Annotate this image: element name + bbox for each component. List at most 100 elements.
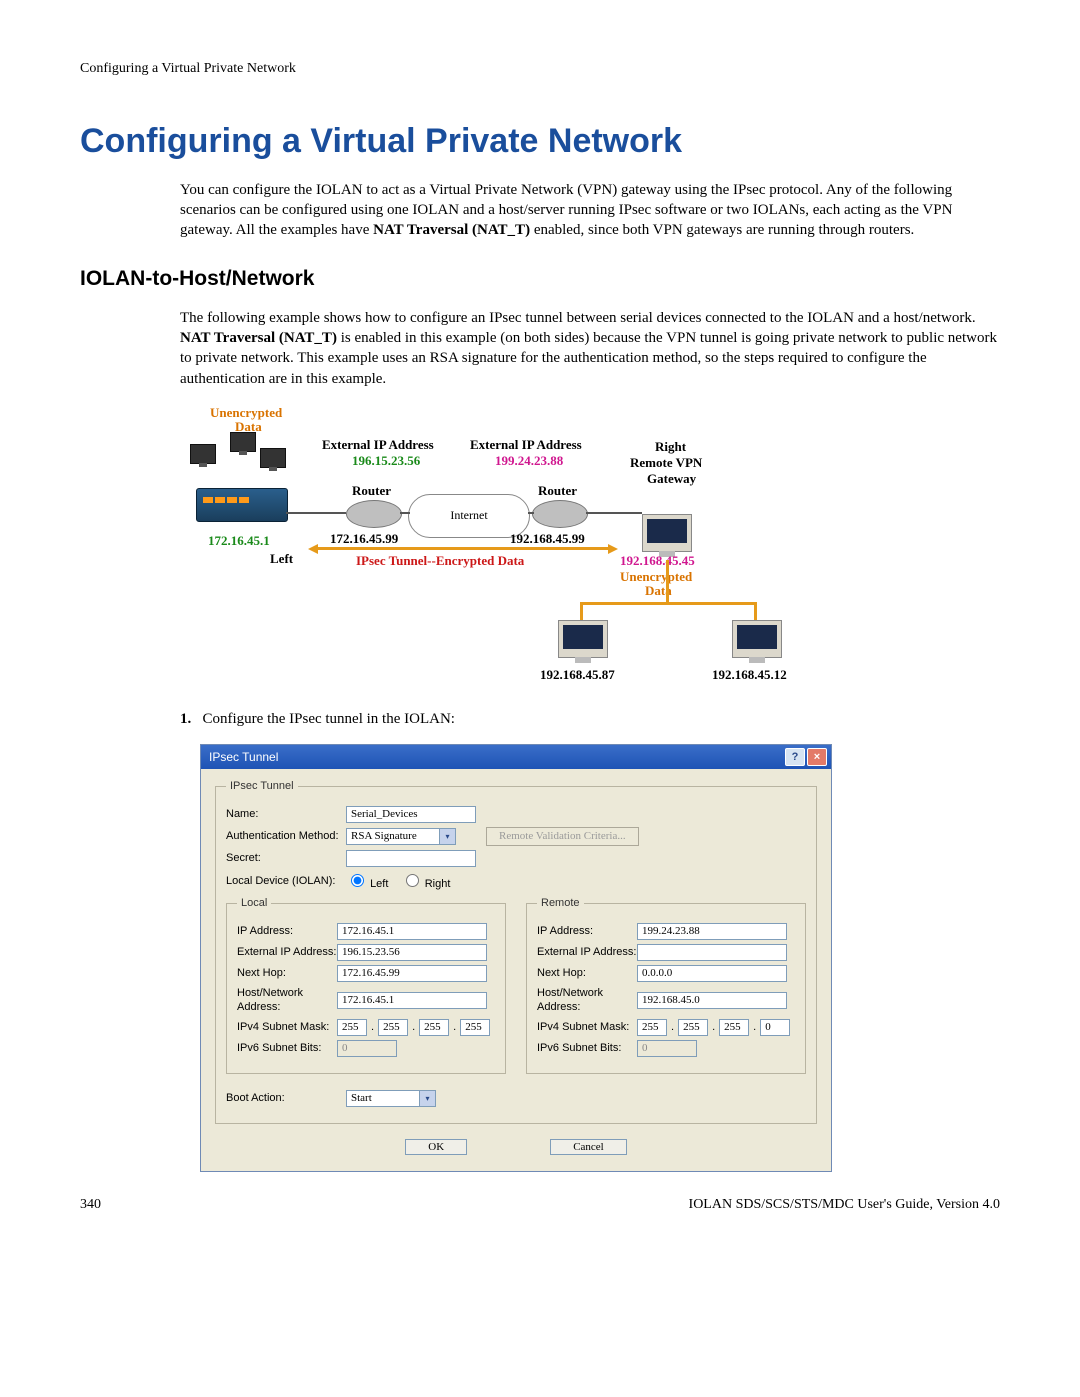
label-ext-ip-left: External IP Address (322, 436, 434, 454)
remote-v4-label: IPv4 Subnet Mask: (537, 1020, 637, 1035)
step-1: 1. Configure the IPsec tunnel in the IOL… (180, 709, 1000, 729)
running-header: Configuring a Virtual Private Network (80, 60, 1000, 79)
ipsec-tunnel-group: IPsec Tunnel Name: Serial_Devices Authen… (215, 779, 817, 1124)
hline-lan (580, 602, 756, 605)
local-v6-label: IPv6 Subnet Bits: (237, 1041, 337, 1056)
localdev-label: Local Device (IOLAN): (226, 874, 346, 889)
chevron-down-icon: ▾ (439, 829, 455, 844)
local-m4-input[interactable]: 255 (460, 1019, 490, 1036)
step-1-text: Configure the IPsec tunnel in the IOLAN: (203, 711, 455, 727)
radio-right[interactable]: Right (401, 871, 451, 892)
boot-label: Boot Action: (226, 1091, 346, 1106)
ipsec-tunnel-dialog: IPsec Tunnel ? × IPsec Tunnel Name: Seri… (200, 744, 832, 1172)
boot-select[interactable]: Start ▾ (346, 1090, 436, 1107)
remote-group: Remote IP Address:199.24.23.88 External … (526, 896, 806, 1075)
local-m2-input[interactable]: 255 (378, 1019, 408, 1036)
remote-hn-input[interactable]: 192.168.45.0 (637, 992, 787, 1009)
radio-left-label: Left (370, 878, 388, 890)
vline-gateway (666, 560, 669, 604)
link-2 (400, 512, 410, 514)
remote-ip-input[interactable]: 199.24.23.88 (637, 923, 787, 940)
value-ip-left-hop: 172.16.45.99 (330, 530, 398, 548)
intro-bold-1: NAT Traversal (NAT_T) (373, 222, 530, 238)
radio-right-label: Right (425, 878, 451, 890)
local-ext-input[interactable]: 196.15.23.56 (337, 944, 487, 961)
secret-label: Secret: (226, 851, 346, 866)
dialog-titlebar: IPsec Tunnel ? × (201, 745, 831, 769)
network-diagram: Unencrypted Data External IP Address 196… (180, 404, 880, 694)
remote-m1-input[interactable]: 255 (637, 1019, 667, 1036)
intro-paragraph: You can configure the IOLAN to act as a … (180, 180, 1000, 241)
value-ip-host-1: 192.168.45.87 (540, 666, 615, 684)
section-text-1: The following example shows how to confi… (180, 310, 976, 326)
value-ip-host-2: 192.168.45.12 (712, 666, 787, 684)
label-gateway: Gateway (647, 470, 696, 488)
local-legend: Local (237, 896, 271, 911)
section-heading: IOLAN-to-Host/Network (80, 265, 1000, 293)
local-ip-input[interactable]: 172.16.45.1 (337, 923, 487, 940)
auth-label: Authentication Method: (226, 829, 346, 844)
arrow-l-icon (308, 544, 318, 554)
host-1-icon (558, 620, 608, 658)
remote-ip-label: IP Address: (537, 924, 637, 939)
help-icon[interactable]: ? (785, 748, 805, 766)
secret-input[interactable] (346, 850, 476, 867)
label-ipsec-tunnel: IPsec Tunnel--Encrypted Data (356, 552, 524, 570)
local-hop-label: Next Hop: (237, 966, 337, 981)
intro-text-2: enabled, since both VPN gateways are run… (534, 222, 914, 238)
local-m1-input[interactable]: 255 (337, 1019, 367, 1036)
local-v4-label: IPv4 Subnet Mask: (237, 1020, 337, 1035)
label-router-right: Router (538, 482, 577, 500)
value-ip-rgw: 192.168.45.45 (620, 552, 695, 570)
remote-m3-input[interactable]: 255 (719, 1019, 749, 1036)
local-v6-input: 0 (337, 1040, 397, 1057)
arrow-r-icon (608, 544, 618, 554)
dialog-title: IPsec Tunnel (209, 749, 278, 765)
page-number: 340 (80, 1196, 101, 1215)
value-ext-ip-right: 199.24.23.88 (495, 452, 563, 470)
iolan-switch-icon (196, 488, 288, 522)
link-1 (286, 512, 346, 514)
label-ext-ip-right: External IP Address (470, 436, 582, 454)
label-left: Left (270, 550, 293, 568)
link-4 (586, 512, 642, 514)
local-hn-input[interactable]: 172.16.45.1 (337, 992, 487, 1009)
doc-title: IOLAN SDS/SCS/STS/MDC User's Guide, Vers… (689, 1196, 1000, 1215)
remote-v6-input: 0 (637, 1040, 697, 1057)
label-remote-vpn: Remote VPN (630, 454, 702, 472)
local-hop-input[interactable]: 172.16.45.99 (337, 965, 487, 982)
ok-button[interactable]: OK (405, 1139, 467, 1155)
local-group: Local IP Address:172.16.45.1 External IP… (226, 896, 506, 1075)
vline-h2 (754, 602, 757, 620)
cancel-button[interactable]: Cancel (550, 1139, 627, 1155)
name-input[interactable]: Serial_Devices (346, 806, 476, 823)
local-m3-input[interactable]: 255 (419, 1019, 449, 1036)
vpn-gateway-icon (642, 514, 692, 552)
router-left-icon (346, 500, 402, 528)
remote-ext-label: External IP Address: (537, 945, 637, 960)
ipsec-tunnel-legend: IPsec Tunnel (226, 779, 298, 794)
remote-m4-input[interactable]: 0 (760, 1019, 790, 1036)
remote-hn-label: Host/Network Address: (537, 986, 637, 1016)
value-ip-left-local: 172.16.45.1 (208, 532, 270, 550)
auth-select[interactable]: RSA Signature ▾ (346, 828, 456, 845)
chevron-down-icon: ▾ (419, 1091, 435, 1106)
label-router-left: Router (352, 482, 391, 500)
remote-validation-button[interactable]: Remote Validation Criteria... (486, 827, 639, 846)
vline-h1 (580, 602, 583, 620)
remote-legend: Remote (537, 896, 584, 911)
value-ip-right-hop: 192.168.45.99 (510, 530, 585, 548)
label-right: Right (655, 438, 686, 456)
remote-ext-input[interactable] (637, 944, 787, 961)
radio-left[interactable]: Left (346, 871, 388, 892)
remote-v6-label: IPv6 Subnet Bits: (537, 1041, 637, 1056)
link-3 (528, 512, 534, 514)
serial-device-2-icon (230, 432, 256, 452)
local-hn-label: Host/Network Address: (237, 986, 337, 1016)
name-label: Name: (226, 807, 346, 822)
serial-device-3-icon (260, 448, 286, 468)
remote-m2-input[interactable]: 255 (678, 1019, 708, 1036)
close-icon[interactable]: × (807, 748, 827, 766)
step-1-number: 1. (180, 711, 191, 727)
remote-hop-input[interactable]: 0.0.0.0 (637, 965, 787, 982)
